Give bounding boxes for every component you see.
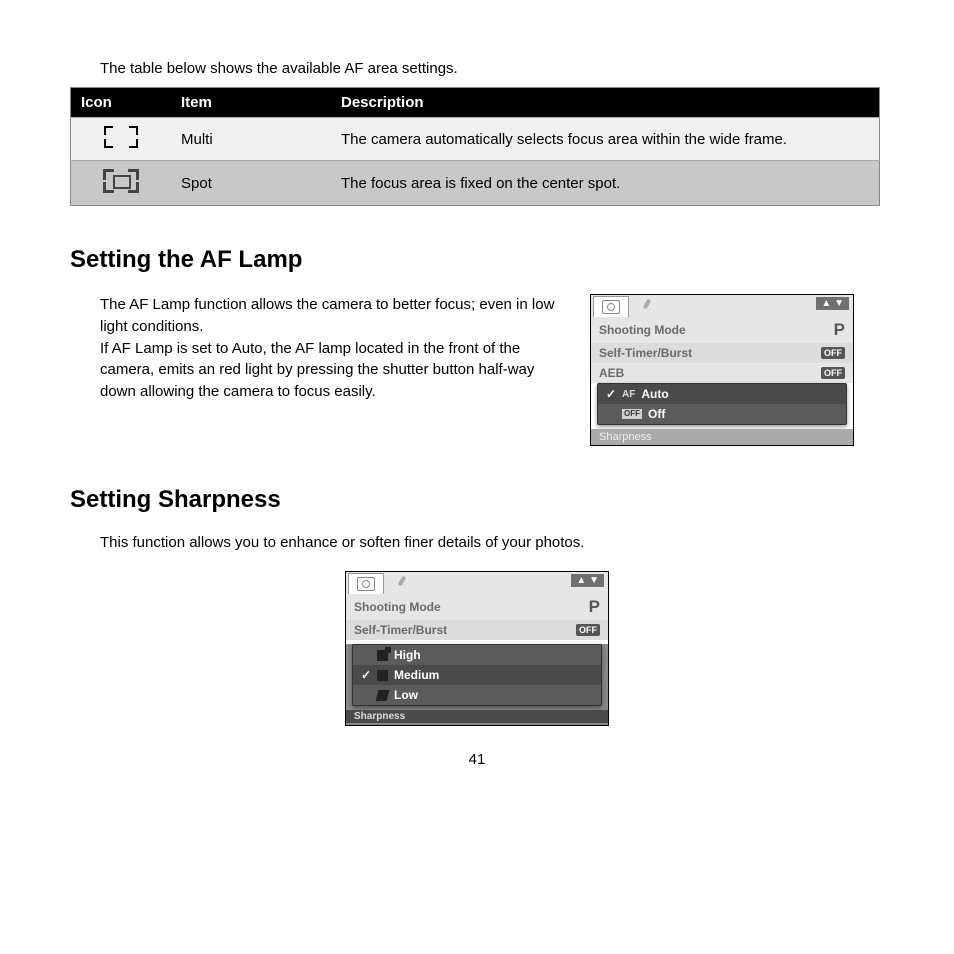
label-aeb: AEB bbox=[599, 366, 624, 380]
table-row: Spot The focus area is fixed on the cent… bbox=[71, 161, 880, 206]
camera-icon bbox=[357, 577, 375, 591]
row-aeb[interactable]: AEB OFF bbox=[591, 363, 853, 383]
option-medium[interactable]: ✓ Medium bbox=[353, 665, 601, 685]
cutoff-row: Sharpness bbox=[591, 429, 853, 445]
sharpness-popup: High ✓ Medium Low bbox=[352, 644, 602, 706]
camera-icon bbox=[602, 300, 620, 314]
option-auto[interactable]: ✓ AF Auto bbox=[598, 384, 846, 404]
badge-off: OFF bbox=[821, 367, 845, 379]
value-p: P bbox=[834, 320, 845, 340]
off-badge-icon: OFF bbox=[622, 409, 642, 419]
option-low[interactable]: Low bbox=[353, 685, 601, 705]
value-p: P bbox=[589, 597, 600, 617]
af-assist-icon: AF bbox=[622, 389, 635, 400]
af-area-table: Icon Item Description Multi The camera a… bbox=[70, 87, 880, 206]
sharpness-high-icon bbox=[377, 650, 388, 661]
item-multi: Multi bbox=[171, 118, 331, 161]
sharpness-low-icon bbox=[376, 690, 390, 701]
option-high[interactable]: High bbox=[353, 645, 601, 665]
heading-sharpness: Setting Sharpness bbox=[70, 486, 884, 514]
sharpness-intro: This function allows you to enhance or s… bbox=[100, 534, 884, 551]
page-number: 41 bbox=[70, 751, 884, 768]
label-self-timer: Self-Timer/Burst bbox=[354, 623, 447, 637]
option-label: Off bbox=[648, 407, 665, 421]
option-label: Low bbox=[394, 688, 418, 702]
scroll-indicator: ▲ ▼ bbox=[816, 297, 849, 310]
wrench-icon bbox=[643, 299, 657, 313]
sharpness-medium-icon bbox=[377, 670, 388, 681]
settings-tab[interactable] bbox=[633, 296, 667, 316]
label-shooting-mode: Shooting Mode bbox=[599, 323, 686, 337]
af-table-intro: The table below shows the available AF a… bbox=[100, 60, 884, 77]
camera-tab[interactable] bbox=[593, 296, 629, 317]
scroll-indicator: ▲ ▼ bbox=[571, 574, 604, 587]
badge-off: OFF bbox=[576, 624, 600, 636]
wrench-icon bbox=[398, 576, 412, 590]
af-lamp-text: The AF Lamp function allows the camera t… bbox=[100, 294, 570, 403]
item-spot: Spot bbox=[171, 161, 331, 206]
af-lamp-lcd: ▲ ▼ Shooting Mode P Self-Timer/Burst OFF… bbox=[590, 294, 854, 446]
check-icon: ✓ bbox=[361, 668, 371, 682]
row-shooting-mode[interactable]: Shooting Mode P bbox=[591, 317, 853, 343]
col-item: Item bbox=[171, 88, 331, 118]
spot-af-icon bbox=[103, 169, 139, 193]
sharpness-lcd: ▲ ▼ Shooting Mode P Self-Timer/Burst OFF… bbox=[345, 571, 609, 726]
row-shooting-mode[interactable]: Shooting Mode P bbox=[346, 594, 608, 620]
option-off[interactable]: OFF Off bbox=[598, 404, 846, 424]
af-lamp-popup: ✓ AF Auto OFF Off bbox=[597, 383, 847, 425]
check-icon: ✓ bbox=[606, 387, 616, 401]
camera-tab[interactable] bbox=[348, 573, 384, 594]
col-icon: Icon bbox=[71, 88, 172, 118]
option-label: High bbox=[394, 648, 421, 662]
multi-af-icon bbox=[104, 126, 138, 148]
badge-off: OFF bbox=[821, 347, 845, 359]
desc-multi: The camera automatically selects focus a… bbox=[331, 118, 880, 161]
settings-tab[interactable] bbox=[388, 573, 422, 593]
row-self-timer[interactable]: Self-Timer/Burst OFF bbox=[591, 343, 853, 363]
row-self-timer[interactable]: Self-Timer/Burst OFF bbox=[346, 620, 608, 640]
col-description: Description bbox=[331, 88, 880, 118]
label-self-timer: Self-Timer/Burst bbox=[599, 346, 692, 360]
desc-spot: The focus area is fixed on the center sp… bbox=[331, 161, 880, 206]
heading-af-lamp: Setting the AF Lamp bbox=[70, 246, 884, 274]
label-shooting-mode: Shooting Mode bbox=[354, 600, 441, 614]
table-row: Multi The camera automatically selects f… bbox=[71, 118, 880, 161]
cutoff-row: Sharpness bbox=[346, 710, 608, 723]
option-label: Auto bbox=[641, 387, 668, 401]
option-label: Medium bbox=[394, 668, 439, 682]
